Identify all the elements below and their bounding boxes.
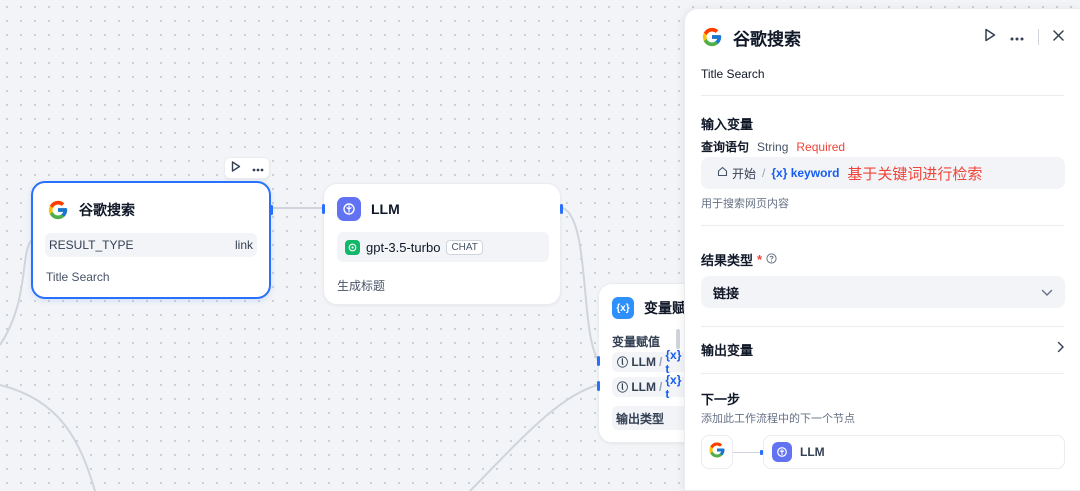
- output-handle[interactable]: [270, 205, 273, 215]
- model-selector: gpt-3.5-turbo CHAT: [337, 232, 549, 262]
- chevron-down-icon: [1041, 285, 1053, 300]
- llm-node[interactable]: LLM gpt-3.5-turbo CHAT 生成标题: [322, 183, 563, 305]
- assigner-row: ⓛ LLM / {x} t: [612, 348, 692, 376]
- result-type-select[interactable]: 链接: [701, 276, 1065, 308]
- crumb-separator: /: [762, 166, 766, 180]
- next-node-llm[interactable]: LLM: [763, 435, 1065, 469]
- output-variables-toggle[interactable]: 输出变量: [701, 339, 1065, 359]
- required-mark: *: [757, 252, 763, 267]
- llm-node-title: LLM: [371, 201, 400, 217]
- edge-lower-left: [0, 384, 96, 491]
- query-variable-input[interactable]: 开始 / {x} keyword 基于关键词进行检索: [701, 157, 1065, 189]
- play-icon[interactable]: [231, 159, 241, 177]
- panel-description[interactable]: Title Search: [701, 67, 765, 81]
- next-connector: [733, 449, 763, 455]
- variable-icon: {x}: [612, 297, 634, 319]
- input-section-label: 输入变量: [701, 117, 754, 132]
- next-step-row: LLM: [701, 435, 1065, 469]
- llm-icon: [337, 197, 361, 221]
- output-type-row: 输出类型: [612, 406, 692, 430]
- play-icon[interactable]: [984, 28, 996, 47]
- assigner-node-title: 变量赋: [644, 300, 686, 316]
- model-mode-badge: CHAT: [446, 239, 483, 255]
- input-handle[interactable]: [322, 204, 325, 214]
- param-value: link: [234, 238, 253, 252]
- divider: [701, 95, 1064, 96]
- input-handle[interactable]: [597, 381, 600, 391]
- annotation-text: 基于关键词进行检索: [847, 164, 983, 183]
- edge-incoming: [0, 239, 33, 346]
- llm-node-description: 生成标题: [337, 279, 386, 293]
- result-type-value: 链接: [713, 285, 740, 301]
- result-type-label: 结果类型 *: [701, 250, 777, 269]
- help-icon[interactable]: [766, 252, 777, 267]
- assigner-section-divider: [676, 329, 680, 349]
- more-icon[interactable]: [252, 159, 264, 177]
- assigner-section-label: 变量赋值: [612, 335, 661, 349]
- current-node-chip: [701, 435, 733, 469]
- input-handle[interactable]: [597, 356, 600, 366]
- google-node-title: 谷歌搜索: [79, 202, 135, 218]
- next-step-label: 下一步: [701, 392, 741, 407]
- google-icon: [708, 441, 726, 464]
- input-hint: 用于搜索网页内容: [701, 198, 789, 210]
- google-search-node[interactable]: 谷歌搜索 RESULT_TYPE link Title Search: [31, 181, 273, 299]
- llm-icon: [772, 442, 792, 462]
- divider: [701, 373, 1064, 374]
- close-icon[interactable]: [1053, 28, 1064, 46]
- model-name: gpt-3.5-turbo: [366, 239, 441, 255]
- row-source: LLM: [631, 380, 656, 394]
- edge-llm-assigner: [562, 207, 599, 361]
- param-required: Required: [796, 139, 846, 154]
- divider: [701, 225, 1064, 226]
- next-step-hint: 添加此工作流程中的下一个节点: [701, 413, 855, 425]
- output-handle[interactable]: [560, 204, 563, 214]
- param-label: RESULT_TYPE: [49, 238, 134, 252]
- keyword-variable: {x} keyword: [771, 166, 840, 180]
- chevron-right-icon: [1057, 340, 1065, 358]
- google-icon: [701, 26, 723, 48]
- node-config-panel: 谷歌搜索 Title Search 输入变量 查询语句 String Requi…: [684, 8, 1080, 491]
- home-icon: [717, 166, 728, 180]
- assigner-row: ⓛ LLM / {x} t: [612, 373, 692, 401]
- edge-lower-assigner: [469, 384, 599, 491]
- panel-header: 谷歌搜索: [701, 25, 1064, 49]
- divider: [701, 326, 1064, 327]
- result-type-param: RESULT_TYPE link: [45, 233, 257, 257]
- param-name: 查询语句: [701, 140, 750, 154]
- panel-title[interactable]: 谷歌搜索: [733, 25, 801, 50]
- row-source: LLM: [631, 355, 656, 369]
- node-mini-toolbar: [224, 157, 270, 179]
- param-type: String: [757, 139, 789, 154]
- next-node-label: LLM: [800, 445, 825, 459]
- output-section-label: 输出变量: [701, 342, 754, 358]
- more-icon[interactable]: [1010, 28, 1024, 46]
- header-divider: [1038, 29, 1039, 45]
- query-param-row: 查询语句 String Required: [701, 138, 845, 155]
- start-node-ref: 开始: [717, 165, 756, 182]
- google-node-description: Title Search: [46, 270, 110, 284]
- google-icon: [47, 199, 69, 221]
- openai-icon: [345, 239, 360, 255]
